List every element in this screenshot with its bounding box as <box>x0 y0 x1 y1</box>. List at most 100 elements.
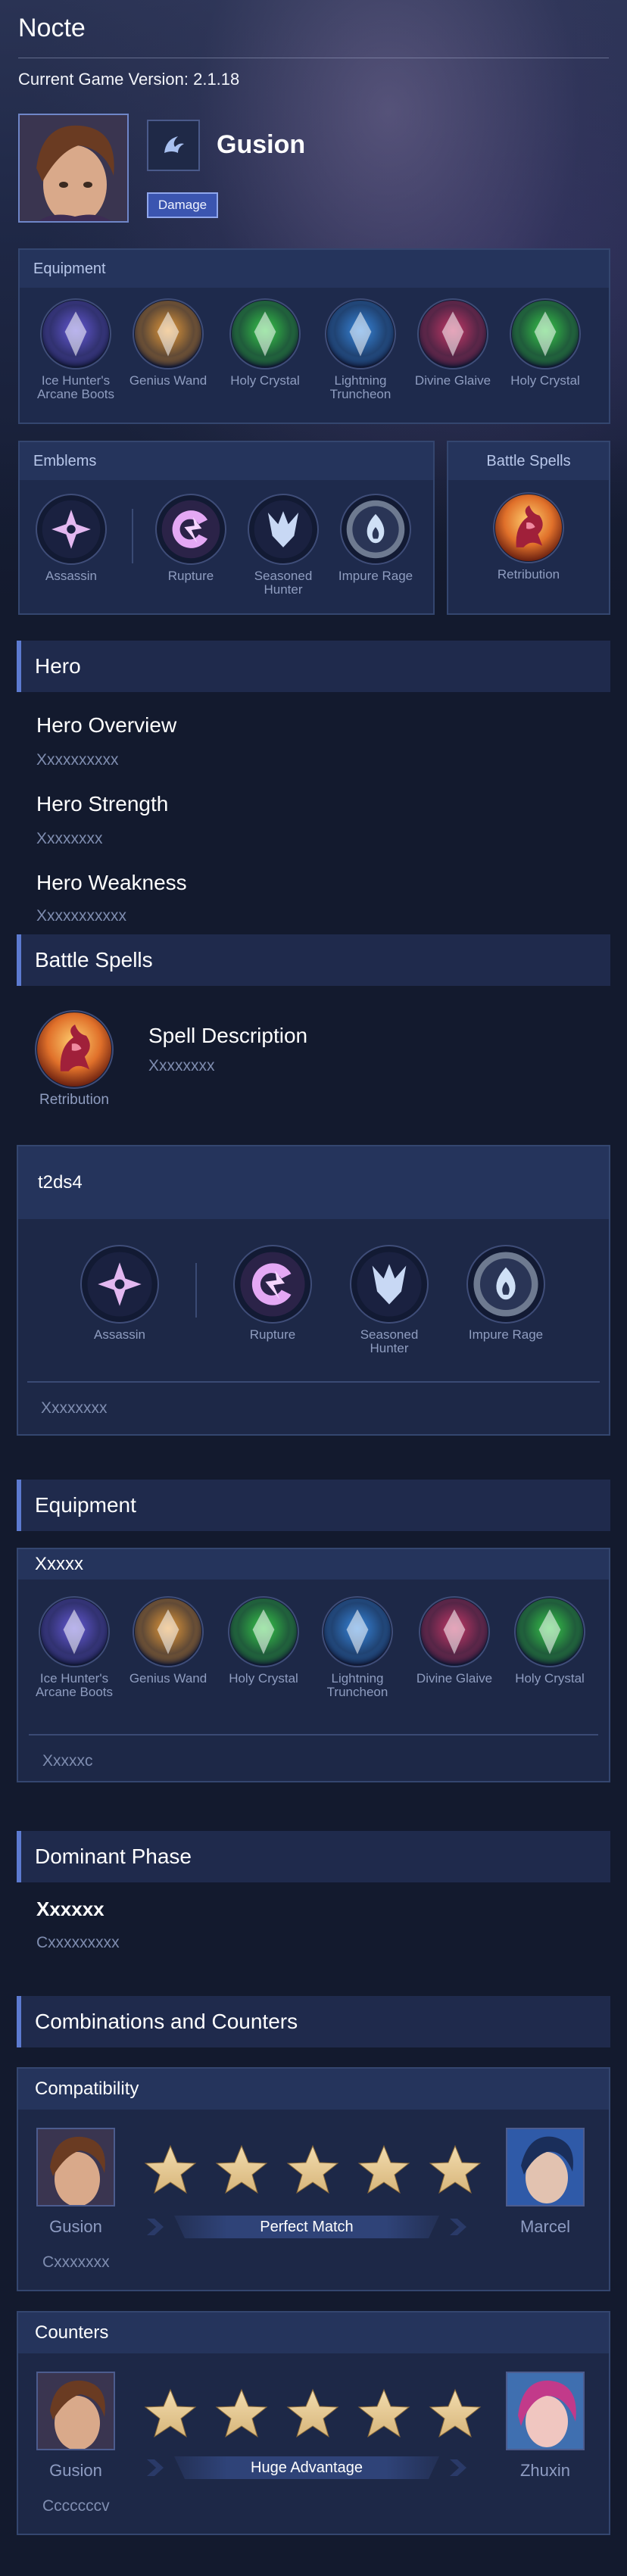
crystal-icon <box>229 298 301 370</box>
emblem-item[interactable]: Assassin <box>26 494 117 583</box>
equipment-build-item-label: Lightning Truncheon <box>326 1671 388 1699</box>
hero-strength-title: Hero Strength <box>36 792 169 816</box>
equipment-item[interactable]: Divine Glaive <box>407 298 498 388</box>
equipment-build-note: Xxxxxc <box>42 1752 93 1770</box>
equipment-build-item[interactable]: Holy Crystal <box>218 1596 309 1686</box>
assassin-role-icon <box>147 120 200 171</box>
emblems-panel-title: Emblems <box>20 442 433 480</box>
emblem-build-separator <box>27 1381 600 1383</box>
equipment-build-item[interactable]: Ice Hunter's Arcane Boots <box>29 1596 120 1699</box>
emblem-build-item[interactable]: Rupture <box>227 1245 318 1342</box>
star-icon <box>286 2144 339 2194</box>
impure-rage-icon <box>340 494 411 565</box>
boots-icon <box>40 298 111 370</box>
counters-rating <box>144 2388 482 2438</box>
equipment-item[interactable]: Genius Wand <box>123 298 214 388</box>
seasoned-hunter-icon <box>350 1245 429 1324</box>
compatibility-left-name: Gusion <box>49 2217 102 2236</box>
equipment-item[interactable]: Ice Hunter's Arcane Boots <box>30 298 121 401</box>
emblem-item-label: Seasoned Hunter <box>254 569 313 597</box>
equipment-item[interactable]: Holy Crystal <box>220 298 310 388</box>
hero-overview-text: Xxxxxxxxxx <box>36 751 119 769</box>
counters-right-name: Zhuxin <box>519 2461 571 2480</box>
chevron-right-icon <box>450 2219 466 2235</box>
rupture-icon <box>155 494 226 565</box>
counters-rating-label: Huge Advantage <box>251 2459 363 2476</box>
marcel-avatar[interactable] <box>506 2128 585 2206</box>
emblem-build-divider <box>195 1263 197 1318</box>
equipment-item[interactable]: Lightning Truncheon <box>315 298 406 401</box>
app-title: Nocte <box>18 14 86 42</box>
hero-overview-title: Hero Overview <box>36 713 177 737</box>
dominant-phase-heading: Dominant Phase <box>17 1831 610 1882</box>
star-icon <box>215 2388 268 2438</box>
hero-portrait <box>18 114 129 223</box>
equipment-item-label: Holy Crystal <box>510 373 580 388</box>
equipment-build-item-label: Genius Wand <box>129 1671 207 1686</box>
equipment-item-label: Ice Hunter's Arcane Boots <box>36 373 115 401</box>
equipment-item-label: Lightning Truncheon <box>329 373 391 401</box>
battle-spell-item[interactable]: Retribution <box>483 492 574 582</box>
emblem-item[interactable]: Impure Rage <box>330 494 421 583</box>
emblem-build-item[interactable]: Impure Rage <box>460 1245 551 1342</box>
equipment-build-item[interactable]: Holy Crystal <box>504 1596 595 1686</box>
star-icon <box>429 2388 482 2438</box>
star-icon <box>286 2388 339 2438</box>
chevron-right-icon <box>450 2459 466 2476</box>
zhuxin-avatar[interactable] <box>506 2372 585 2450</box>
emblem-build-item[interactable]: Assassin <box>74 1245 165 1342</box>
equipment-build-item[interactable]: Lightning Truncheon <box>312 1596 403 1699</box>
star-icon <box>357 2388 410 2438</box>
star-icon <box>144 2388 197 2438</box>
compatibility-title: Compatibility <box>18 2069 609 2110</box>
battle-spells-section-heading: Battle Spells <box>17 934 610 986</box>
glaive-icon <box>419 1596 490 1667</box>
battle-spell-label: Retribution <box>497 567 560 582</box>
star-icon <box>215 2144 268 2194</box>
equipment-item-label: Divine Glaive <box>414 373 491 388</box>
spell-description-title: Spell Description <box>148 1024 308 1047</box>
retribution-icon <box>493 492 564 563</box>
equipment-item[interactable]: Holy Crystal <box>500 298 591 388</box>
hero-strength-text: Xxxxxxxx <box>36 830 103 847</box>
counters-left-name: Gusion <box>49 2461 102 2480</box>
compatibility-rating <box>144 2144 482 2194</box>
emblem-divider <box>132 509 133 563</box>
emblem-item[interactable]: Seasoned Hunter <box>238 494 329 597</box>
hero-weakness-title: Hero Weakness <box>36 871 187 894</box>
equipment-item-label: Holy Crystal <box>230 373 300 388</box>
counters-note: Cccccccv <box>42 2497 110 2515</box>
counters-title: Counters <box>18 2312 609 2353</box>
battle-spell-detail-label: Retribution <box>39 1092 109 1108</box>
chevron-right-icon <box>147 2459 164 2476</box>
emblem-item[interactable]: Rupture <box>145 494 236 583</box>
equipment-build-title: Xxxxx <box>18 1549 609 1580</box>
gusion-avatar[interactable] <box>36 2372 115 2450</box>
emblem-item-label: Assassin <box>45 569 98 583</box>
gusion-avatar[interactable] <box>36 2128 115 2206</box>
equipment-build-item-label: Ice Hunter's Arcane Boots <box>35 1671 114 1699</box>
equipment-build-item[interactable]: Divine Glaive <box>409 1596 500 1686</box>
equipment-build-item[interactable]: Genius Wand <box>123 1596 214 1686</box>
role-badge[interactable]: Damage <box>147 192 218 218</box>
counters-rating-banner: Huge Advantage <box>144 2456 469 2479</box>
assassin-emblem-icon <box>80 1245 159 1324</box>
battle-spell-detail-item[interactable]: Retribution <box>29 1010 120 1107</box>
equipment-build-item-label: Holy Crystal <box>515 1671 585 1686</box>
game-version: Current Game Version: 2.1.18 <box>18 70 240 89</box>
equipment-build-separator <box>29 1734 598 1736</box>
compatibility-right-name: Marcel <box>519 2217 570 2236</box>
equipment-panel-title: Equipment <box>20 250 609 288</box>
compatibility-rating-banner: Perfect Match <box>144 2216 469 2238</box>
star-icon <box>357 2144 410 2194</box>
hero-weakness-text: Xxxxxxxxxxx <box>36 907 127 925</box>
equipment-item-label: Genius Wand <box>129 373 207 388</box>
wand-icon <box>133 1596 204 1667</box>
retribution-icon <box>35 1010 114 1089</box>
crystal-icon <box>228 1596 299 1667</box>
compatibility-rating-label: Perfect Match <box>260 2218 354 2235</box>
emblem-build-item[interactable]: Seasoned Hunter <box>344 1245 435 1355</box>
boots-icon <box>39 1596 110 1667</box>
crystal-icon <box>510 298 581 370</box>
emblem-build-item-label: Rupture <box>249 1327 296 1342</box>
